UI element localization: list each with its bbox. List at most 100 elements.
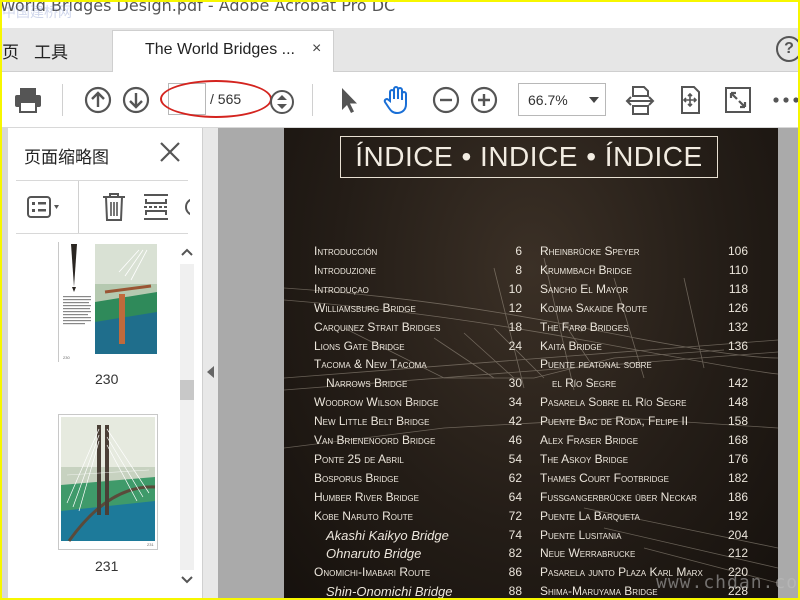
index-entry-page: 12 — [508, 300, 522, 315]
index-entry-page: 186 — [727, 489, 748, 504]
panel-title: 页面缩略图 — [24, 148, 109, 168]
tab-document-label: The World Bridges ... — [145, 41, 295, 58]
thumbnail-label: 230 — [95, 371, 119, 387]
fit-width-icon[interactable] — [624, 84, 656, 116]
tab-home-fragment[interactable]: 页 — [2, 38, 19, 63]
index-entry-name: Rheinbrücke Speyer — [540, 244, 640, 258]
index-entry-page: 82 — [508, 546, 522, 561]
zoom-dropdown[interactable]: 66.7% — [518, 83, 606, 116]
tab-tools-label: 工具 — [34, 43, 68, 63]
index-entry-name: Williamsburg Bridge — [314, 300, 416, 315]
index-entry-name: Ponte 25 de Abril — [314, 451, 404, 466]
more-icon[interactable] — [770, 84, 798, 116]
index-entry-name: Ohnaruto Bridge — [326, 546, 422, 562]
toolbar-separator — [312, 84, 313, 116]
close-icon[interactable] — [158, 140, 182, 164]
document-view[interactable]: ÍNDICE • INDICE • ÍNDICE Introducción 6 In… — [218, 128, 798, 598]
panel-rail — [2, 128, 8, 598]
panel-scrollbar[interactable] — [177, 242, 197, 592]
index-entry-name: The Farø Bridges — [540, 319, 629, 334]
tools-separator — [78, 181, 79, 233]
scroll-down-icon[interactable] — [177, 572, 197, 588]
index-entry-page: 54 — [508, 451, 522, 466]
index-entry-name: Onomichi-Imabari Route — [314, 565, 431, 580]
index-entry-name: Neue Werrabrucke — [540, 546, 636, 561]
index-entry-page: 72 — [508, 508, 522, 523]
scroll-thumb[interactable] — [180, 380, 194, 400]
page-stepper-icon[interactable] — [266, 86, 294, 114]
index-entry-page: 132 — [727, 319, 748, 334]
thumbnail-label: 231 — [95, 558, 119, 574]
toolbar-separator — [62, 84, 63, 116]
index-entry-page: 106 — [727, 244, 748, 258]
tab-close-icon[interactable]: × — [312, 40, 321, 58]
index-entry-name: Puente Bac de Roda, Felipe II — [540, 414, 689, 429]
index-entry-name: Shin-Onomichi Bridge — [326, 584, 453, 598]
index-entry-page: 18 — [508, 319, 522, 334]
index-entry-name: Pasarela Sobre el Río Segre — [540, 395, 687, 410]
index-entry-page: 34 — [508, 395, 522, 410]
index-entry-page: 158 — [727, 414, 748, 429]
panel-collapse-bar[interactable] — [202, 128, 218, 598]
page-thumbnail[interactable]: 231 — [58, 414, 158, 550]
highlight-annotation-ellipse — [160, 80, 272, 118]
tab-bar: 页 工具 The World Bridges ... × ? — [2, 28, 798, 73]
zoom-in-icon[interactable] — [468, 84, 500, 116]
svg-text:231: 231 — [147, 542, 154, 547]
index-entry-page: 148 — [727, 395, 748, 410]
zoom-value: 66.7% — [528, 92, 568, 108]
tab-document[interactable]: The World Bridges ... × — [112, 30, 334, 73]
index-entry-page: 64 — [508, 489, 522, 504]
index-entry-name: Thames Court Footbridge — [540, 470, 669, 485]
page-thumbnail-image: 230 — [59, 242, 159, 362]
index-entry-name: Shima-Maruyama Bridge — [540, 584, 658, 598]
index-entry-name: New Little Belt Bridge — [314, 414, 430, 429]
index-entry-page: 88 — [508, 584, 522, 598]
zoom-out-icon[interactable] — [430, 84, 462, 116]
index-entry-name: Kobe Naruto Route — [314, 508, 413, 523]
index-entry-name: Puente Lusitania — [540, 527, 622, 542]
index-entry-name: Lions Gate Bridge — [314, 338, 405, 353]
index-entry-name: Introducción — [314, 244, 378, 258]
index-entry-name: Kaita Bridge — [540, 338, 602, 353]
thumbnail-panel: 页面缩略图 230 230 231 231 — [2, 128, 202, 598]
hand-tool-icon[interactable] — [380, 84, 412, 116]
page-up-icon[interactable] — [82, 84, 114, 116]
index-entry-page: 110 — [728, 262, 748, 277]
index-entry-name: Kojima Sakaide Route — [540, 300, 648, 315]
print-icon[interactable] — [12, 84, 44, 116]
pdf-page: ÍNDICE • INDICE • ÍNDICE Introducción 6 In… — [284, 128, 778, 598]
acrobat-window: World Bridges Design.pdf - Adobe Acrobat… — [2, 2, 798, 598]
index-entry-name: Bosporus Bridge — [314, 470, 399, 485]
index-entry-page: 142 — [727, 376, 748, 391]
help-button[interactable]: ? — [776, 36, 798, 62]
collapse-left-icon[interactable] — [207, 366, 214, 378]
index-entry-page: 10 — [508, 281, 522, 296]
fit-page-icon[interactable] — [674, 84, 706, 116]
index-entry-page: 182 — [727, 470, 748, 485]
thumbnail-options-icon[interactable] — [26, 194, 66, 222]
insert-page-icon[interactable] — [142, 191, 170, 223]
scroll-up-icon[interactable] — [177, 244, 197, 260]
index-entry-name: Puente La Barqueta — [540, 508, 640, 523]
index-entry-page: 176 — [727, 451, 748, 466]
watermark-bottom-right: www.chdan.com — [656, 572, 798, 593]
tab-tools[interactable]: 页 工具 — [2, 28, 110, 72]
rotate-icon[interactable] — [180, 195, 190, 219]
index-entry-name: Puente peatonal sobre — [540, 357, 652, 372]
index-entry-name: Van Brienenoord Bridge — [314, 433, 436, 447]
panel-tools — [16, 180, 190, 234]
index-entry-page: 212 — [727, 546, 748, 561]
index-entry-page: 86 — [508, 565, 522, 580]
index-entry-name: Alex Fraser Bridge — [540, 433, 639, 447]
index-entry-page: 42 — [508, 414, 522, 429]
full-screen-icon[interactable] — [722, 84, 754, 116]
page-down-icon[interactable] — [120, 84, 152, 116]
select-arrow-icon[interactable] — [332, 84, 364, 116]
trash-icon[interactable] — [100, 191, 128, 223]
index-entry-page: 192 — [727, 508, 748, 523]
index-title: ÍNDICE • INDICE • ÍNDICE — [340, 136, 718, 178]
index-entry-name: el Río Segre — [552, 376, 617, 391]
index-entry-name: Introduçao — [314, 281, 369, 296]
page-thumbnail[interactable]: 230 — [58, 242, 159, 362]
